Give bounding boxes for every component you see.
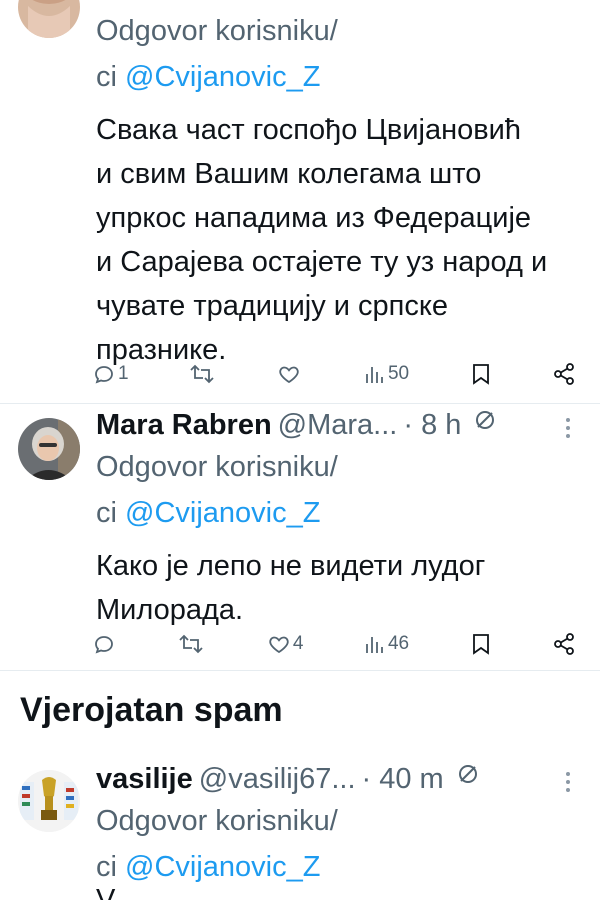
bookmark-button[interactable] bbox=[470, 362, 492, 386]
reply-button[interactable]: 1 bbox=[92, 362, 129, 386]
tweet-2[interactable]: Mara Rabren @Mara... · 8 h Odgovor koris… bbox=[0, 404, 600, 669]
views-count: 46 bbox=[387, 633, 410, 654]
retweet-icon bbox=[178, 632, 204, 656]
reply-count: 1 bbox=[118, 363, 129, 384]
reply-icon bbox=[92, 362, 116, 386]
author-handle[interactable]: @Mara... bbox=[278, 406, 398, 444]
author-name[interactable]: vasilije bbox=[96, 760, 193, 798]
mention-link[interactable]: @Cvijanovic_Z bbox=[125, 61, 320, 93]
views-button[interactable]: 46 bbox=[364, 633, 409, 655]
reply-to-label: Odgovor korisniku/ ci @Cvijanovic_Z bbox=[96, 15, 338, 93]
avatar[interactable] bbox=[18, 0, 80, 38]
mention-link[interactable]: @Cvijanovic_Z bbox=[125, 497, 320, 529]
share-icon bbox=[552, 362, 576, 386]
more-icon[interactable] bbox=[564, 416, 572, 447]
timestamp[interactable]: · 40 m bbox=[362, 760, 444, 798]
bookmark-icon bbox=[470, 632, 492, 656]
retweet-button[interactable] bbox=[178, 632, 206, 656]
reply-icon bbox=[92, 632, 116, 656]
tweet-actions: 1 50 bbox=[92, 356, 576, 392]
heart-icon bbox=[277, 362, 301, 386]
reply-to-label: Odgovor korisniku/ ci @Cvijanovic_Z bbox=[96, 805, 338, 883]
retweet-icon bbox=[189, 362, 215, 386]
author-name[interactable]: Mara Rabren bbox=[96, 406, 272, 444]
tweet-text-cut: V bbox=[96, 884, 116, 900]
bookmark-icon bbox=[470, 362, 492, 386]
tweet-actions: 4 46 bbox=[92, 626, 576, 662]
tweet-header: vasilije @vasilij67... · 40 m bbox=[96, 760, 580, 798]
section-title: Vjerojatan spam bbox=[20, 691, 283, 729]
tweet-3[interactable]: vasilije @vasilij67... · 40 m Odgovor ko… bbox=[0, 758, 600, 900]
tweet-text: Свака част госпођо Цвијановић и свим Ваш… bbox=[96, 114, 548, 366]
more-icon[interactable] bbox=[564, 770, 572, 801]
tweet-1[interactable]: Odgovor korisniku/ ci @Cvijanovic_Z Свак… bbox=[0, 0, 600, 400]
like-count: 4 bbox=[292, 633, 304, 654]
reply-button[interactable] bbox=[92, 632, 118, 656]
tweet-header: Mara Rabren @Mara... · 8 h bbox=[96, 406, 580, 444]
share-button[interactable] bbox=[552, 632, 576, 656]
muted-icon bbox=[473, 406, 497, 444]
views-button[interactable]: 50 bbox=[364, 363, 409, 385]
bookmark-button[interactable] bbox=[470, 632, 492, 656]
reply-thread: Odgovor korisniku/ ci @Cvijanovic_Z Свак… bbox=[0, 0, 600, 900]
heart-icon bbox=[267, 632, 291, 656]
tweet-text: Како је лепо не видети лудог Милорада. bbox=[96, 550, 486, 626]
share-button[interactable] bbox=[552, 362, 576, 386]
share-icon bbox=[552, 632, 576, 656]
like-button[interactable] bbox=[277, 362, 303, 386]
avatar[interactable] bbox=[18, 770, 80, 832]
avatar[interactable] bbox=[18, 418, 80, 480]
mention-link[interactable]: @Cvijanovic_Z bbox=[125, 851, 320, 883]
like-button[interactable]: 4 bbox=[267, 632, 304, 656]
views-count: 50 bbox=[387, 363, 410, 384]
divider bbox=[0, 670, 600, 671]
muted-icon bbox=[456, 760, 480, 798]
retweet-button[interactable] bbox=[189, 362, 217, 386]
views-icon bbox=[364, 633, 386, 655]
timestamp[interactable]: · 8 h bbox=[403, 406, 461, 444]
views-icon bbox=[364, 363, 386, 385]
reply-to-label: Odgovor korisniku/ ci @Cvijanovic_Z bbox=[96, 451, 338, 529]
author-handle[interactable]: @vasilij67... bbox=[199, 760, 356, 798]
